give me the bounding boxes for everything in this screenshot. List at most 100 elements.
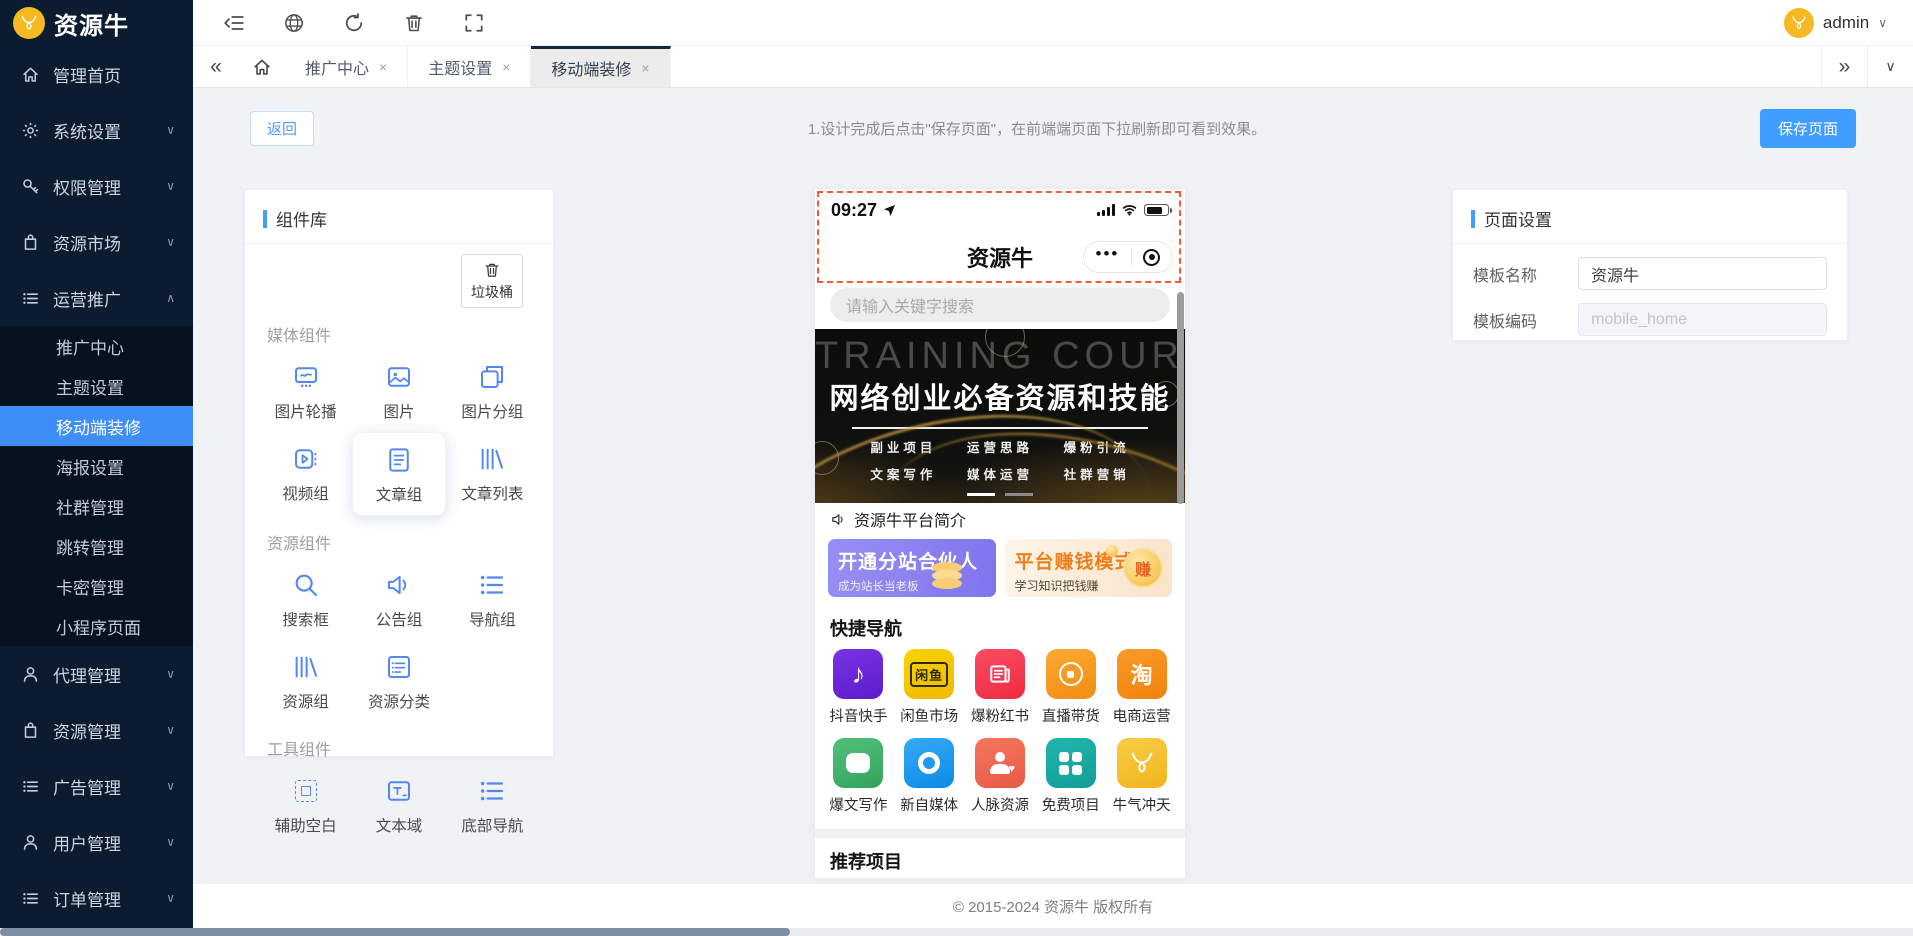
quicknav-xiaohongshu[interactable]: 爆粉红书 xyxy=(965,649,1036,726)
horizontal-scrollbar-thumb[interactable] xyxy=(0,928,790,936)
trash-bin-button[interactable]: 垃圾桶 xyxy=(461,254,523,308)
back-button[interactable]: 返回 xyxy=(250,110,315,146)
user-menu[interactable]: admin ∨ xyxy=(1783,7,1913,38)
sidebar-subitem-redirect[interactable]: 跳转管理 xyxy=(0,526,193,566)
quicknav-niuqi[interactable]: 牛气冲天 xyxy=(1106,738,1177,815)
sidebar-subitem-poster-settings[interactable]: 海报设置 xyxy=(0,446,193,486)
miniapp-capsule[interactable]: ••• xyxy=(1083,241,1173,273)
promo-card-partner[interactable]: 开通分站合伙人 成为站长当老板 xyxy=(828,539,996,597)
phone-search-input[interactable]: 请输入关键字搜索 xyxy=(830,288,1170,322)
chevron-down-icon: ∨ xyxy=(166,723,175,737)
banner-carousel[interactable]: TRAINING COURSE 网络创业必备资源和技能 副业项目 运营思路 爆粉… xyxy=(815,329,1185,503)
sidebar-item-resources[interactable]: 资源管理 ∨ xyxy=(0,702,193,758)
quicknav-live-commerce[interactable]: 直播带货 xyxy=(1035,649,1106,726)
tabs-scroll-left-button[interactable]: « xyxy=(193,46,239,87)
sidebar-item-label: 代理管理 xyxy=(53,666,121,686)
sidebar-subitem-mobile-decorate[interactable]: 移动端装修 xyxy=(0,406,193,446)
operations-submenu: 推广中心 主题设置 移动端装修 海报设置 社群管理 跳转管理 卡密管理 小程序页… xyxy=(0,326,193,646)
sidebar-item-users[interactable]: 用户管理 ∨ xyxy=(0,814,193,870)
component-article-group[interactable]: 文章组 xyxy=(352,432,446,516)
component-video-group[interactable]: 视频组 xyxy=(259,432,352,516)
close-target-icon[interactable] xyxy=(1143,248,1161,266)
tab-label: 移动端装修 xyxy=(551,62,632,79)
sidebar-item-permissions[interactable]: 权限管理 ∨ xyxy=(0,158,193,214)
phone-scrollbar-thumb[interactable] xyxy=(1177,292,1184,504)
sidebar-item-agents[interactable]: 代理管理 ∨ xyxy=(0,646,193,702)
component-nav-group[interactable]: 导航组 xyxy=(446,558,539,640)
component-blank-spacer[interactable]: 辅助空白 xyxy=(259,764,352,846)
menu-fold-icon[interactable] xyxy=(223,12,245,34)
library-title: 组件库 xyxy=(276,211,327,230)
tab-mobile-decorate[interactable]: 移动端装修 × xyxy=(531,46,671,87)
refresh-icon[interactable] xyxy=(343,12,365,34)
component-textarea[interactable]: 文本域 xyxy=(352,764,445,846)
phone-nav-bar: 资源牛 ••• xyxy=(815,231,1185,283)
tab-promotion-center[interactable]: 推广中心 × xyxy=(285,46,409,87)
quicknav-contacts[interactable]: ♥ 人脉资源 xyxy=(965,738,1036,815)
template-name-label: 模板名称 xyxy=(1473,267,1538,285)
quicknav-free-projects[interactable]: 免费项目 xyxy=(1035,738,1106,815)
tabs-scroll-right-button[interactable]: » xyxy=(1821,46,1867,87)
component-bottom-nav[interactable]: 底部导航 xyxy=(446,764,539,846)
globe-icon[interactable] xyxy=(283,12,305,34)
save-page-button[interactable]: 保存页面 xyxy=(1759,108,1856,148)
quick-nav-title: 快捷导航 xyxy=(830,619,902,639)
quicknav-taobao-ecommerce[interactable]: 淘 电商运营 xyxy=(1106,649,1177,726)
section-accent-bar xyxy=(1471,209,1475,228)
close-icon[interactable]: × xyxy=(502,59,510,75)
sidebar-item-dashboard[interactable]: 管理首页 xyxy=(0,46,193,102)
topbar: admin ∨ xyxy=(193,0,1913,46)
quicknav-article-writing[interactable]: 爆文写作 xyxy=(823,738,894,815)
announcement-bar[interactable]: 资源牛平台简介 xyxy=(815,503,1185,535)
sidebar: 资源牛 管理首页 系统设置 ∨ 权限管理 ∨ 资源市场 ∨ 运营推广 ∧ 推广中… xyxy=(0,0,193,936)
component-image[interactable]: 图片 xyxy=(352,350,445,432)
component-image-carousel[interactable]: 图片轮播 xyxy=(259,350,352,432)
component-article-list[interactable]: 文章列表 xyxy=(446,432,539,516)
sidebar-subitem-card-key[interactable]: 卡密管理 xyxy=(0,566,193,606)
fullscreen-icon[interactable] xyxy=(463,12,485,34)
save-hint-text: 1.设计完成后点击"保存页面"，在前端端页面下拉刷新即可看到效果。 xyxy=(807,120,1267,138)
quicknav-new-media[interactable]: 新自媒体 xyxy=(894,738,965,815)
close-icon[interactable]: × xyxy=(379,59,387,75)
sidebar-item-operations[interactable]: 运营推广 ∧ xyxy=(0,270,193,326)
coin-illustration xyxy=(1106,545,1118,557)
template-name-input[interactable] xyxy=(1578,257,1827,290)
tab-theme-settings[interactable]: 主题设置 × xyxy=(408,46,532,87)
video-icon xyxy=(291,444,321,474)
quicknav-xianyu[interactable]: 闲鱼 闲鱼市场 xyxy=(894,649,965,726)
component-resource-group[interactable]: 资源组 xyxy=(259,640,352,722)
chevron-down-icon: ∨ xyxy=(166,779,175,793)
component-search-box[interactable]: 搜索框 xyxy=(259,558,352,640)
sidebar-item-system-settings[interactable]: 系统设置 ∨ xyxy=(0,102,193,158)
more-icon[interactable]: ••• xyxy=(1096,245,1120,266)
brand-logo: 资源牛 xyxy=(0,0,193,46)
agent-icon xyxy=(21,665,40,684)
tabs-menu-button[interactable]: ∨ xyxy=(1867,46,1913,87)
sidebar-item-orders[interactable]: 订单管理 ∨ xyxy=(0,870,193,926)
banner-headline: 网络创业必备资源和技能 xyxy=(829,383,1171,415)
component-announcement-group[interactable]: 公告组 xyxy=(352,558,445,640)
sidebar-item-label: 用户管理 xyxy=(53,834,121,854)
list-icon xyxy=(21,777,40,796)
chevron-down-icon: ∨ xyxy=(166,235,175,249)
chevron-down-icon: ∨ xyxy=(166,179,175,193)
sidebar-item-label: 运营推广 xyxy=(53,290,121,310)
sidebar-subitem-community[interactable]: 社群管理 xyxy=(0,486,193,526)
trash-icon[interactable] xyxy=(403,12,425,34)
close-icon[interactable]: × xyxy=(641,60,649,76)
quicknav-douyin-kuaishou[interactable]: ♪ 抖音快手 xyxy=(823,649,894,726)
coins-illustration xyxy=(931,578,962,589)
sidebar-item-ads[interactable]: 广告管理 ∨ xyxy=(0,758,193,814)
sidebar-subitem-promotion-center[interactable]: 推广中心 xyxy=(0,326,193,366)
sidebar-item-resource-market[interactable]: 资源市场 ∨ xyxy=(0,214,193,270)
component-image-group[interactable]: 图片分组 xyxy=(446,350,539,432)
promo-card-earning[interactable]: 平台赚钱模式 学习知识把钱赚 赚 xyxy=(1004,539,1172,597)
brand-bull-icon xyxy=(13,7,45,39)
tab-home-icon[interactable] xyxy=(239,46,285,87)
component-resource-category[interactable]: 资源分类 xyxy=(352,640,445,722)
sidebar-item-label: 资源市场 xyxy=(53,234,121,254)
clover-icon xyxy=(1045,738,1096,788)
horizontal-scrollbar[interactable] xyxy=(0,928,1913,936)
sidebar-subitem-miniapp-pages[interactable]: 小程序页面 xyxy=(0,606,193,646)
sidebar-subitem-theme-settings[interactable]: 主题设置 xyxy=(0,366,193,406)
